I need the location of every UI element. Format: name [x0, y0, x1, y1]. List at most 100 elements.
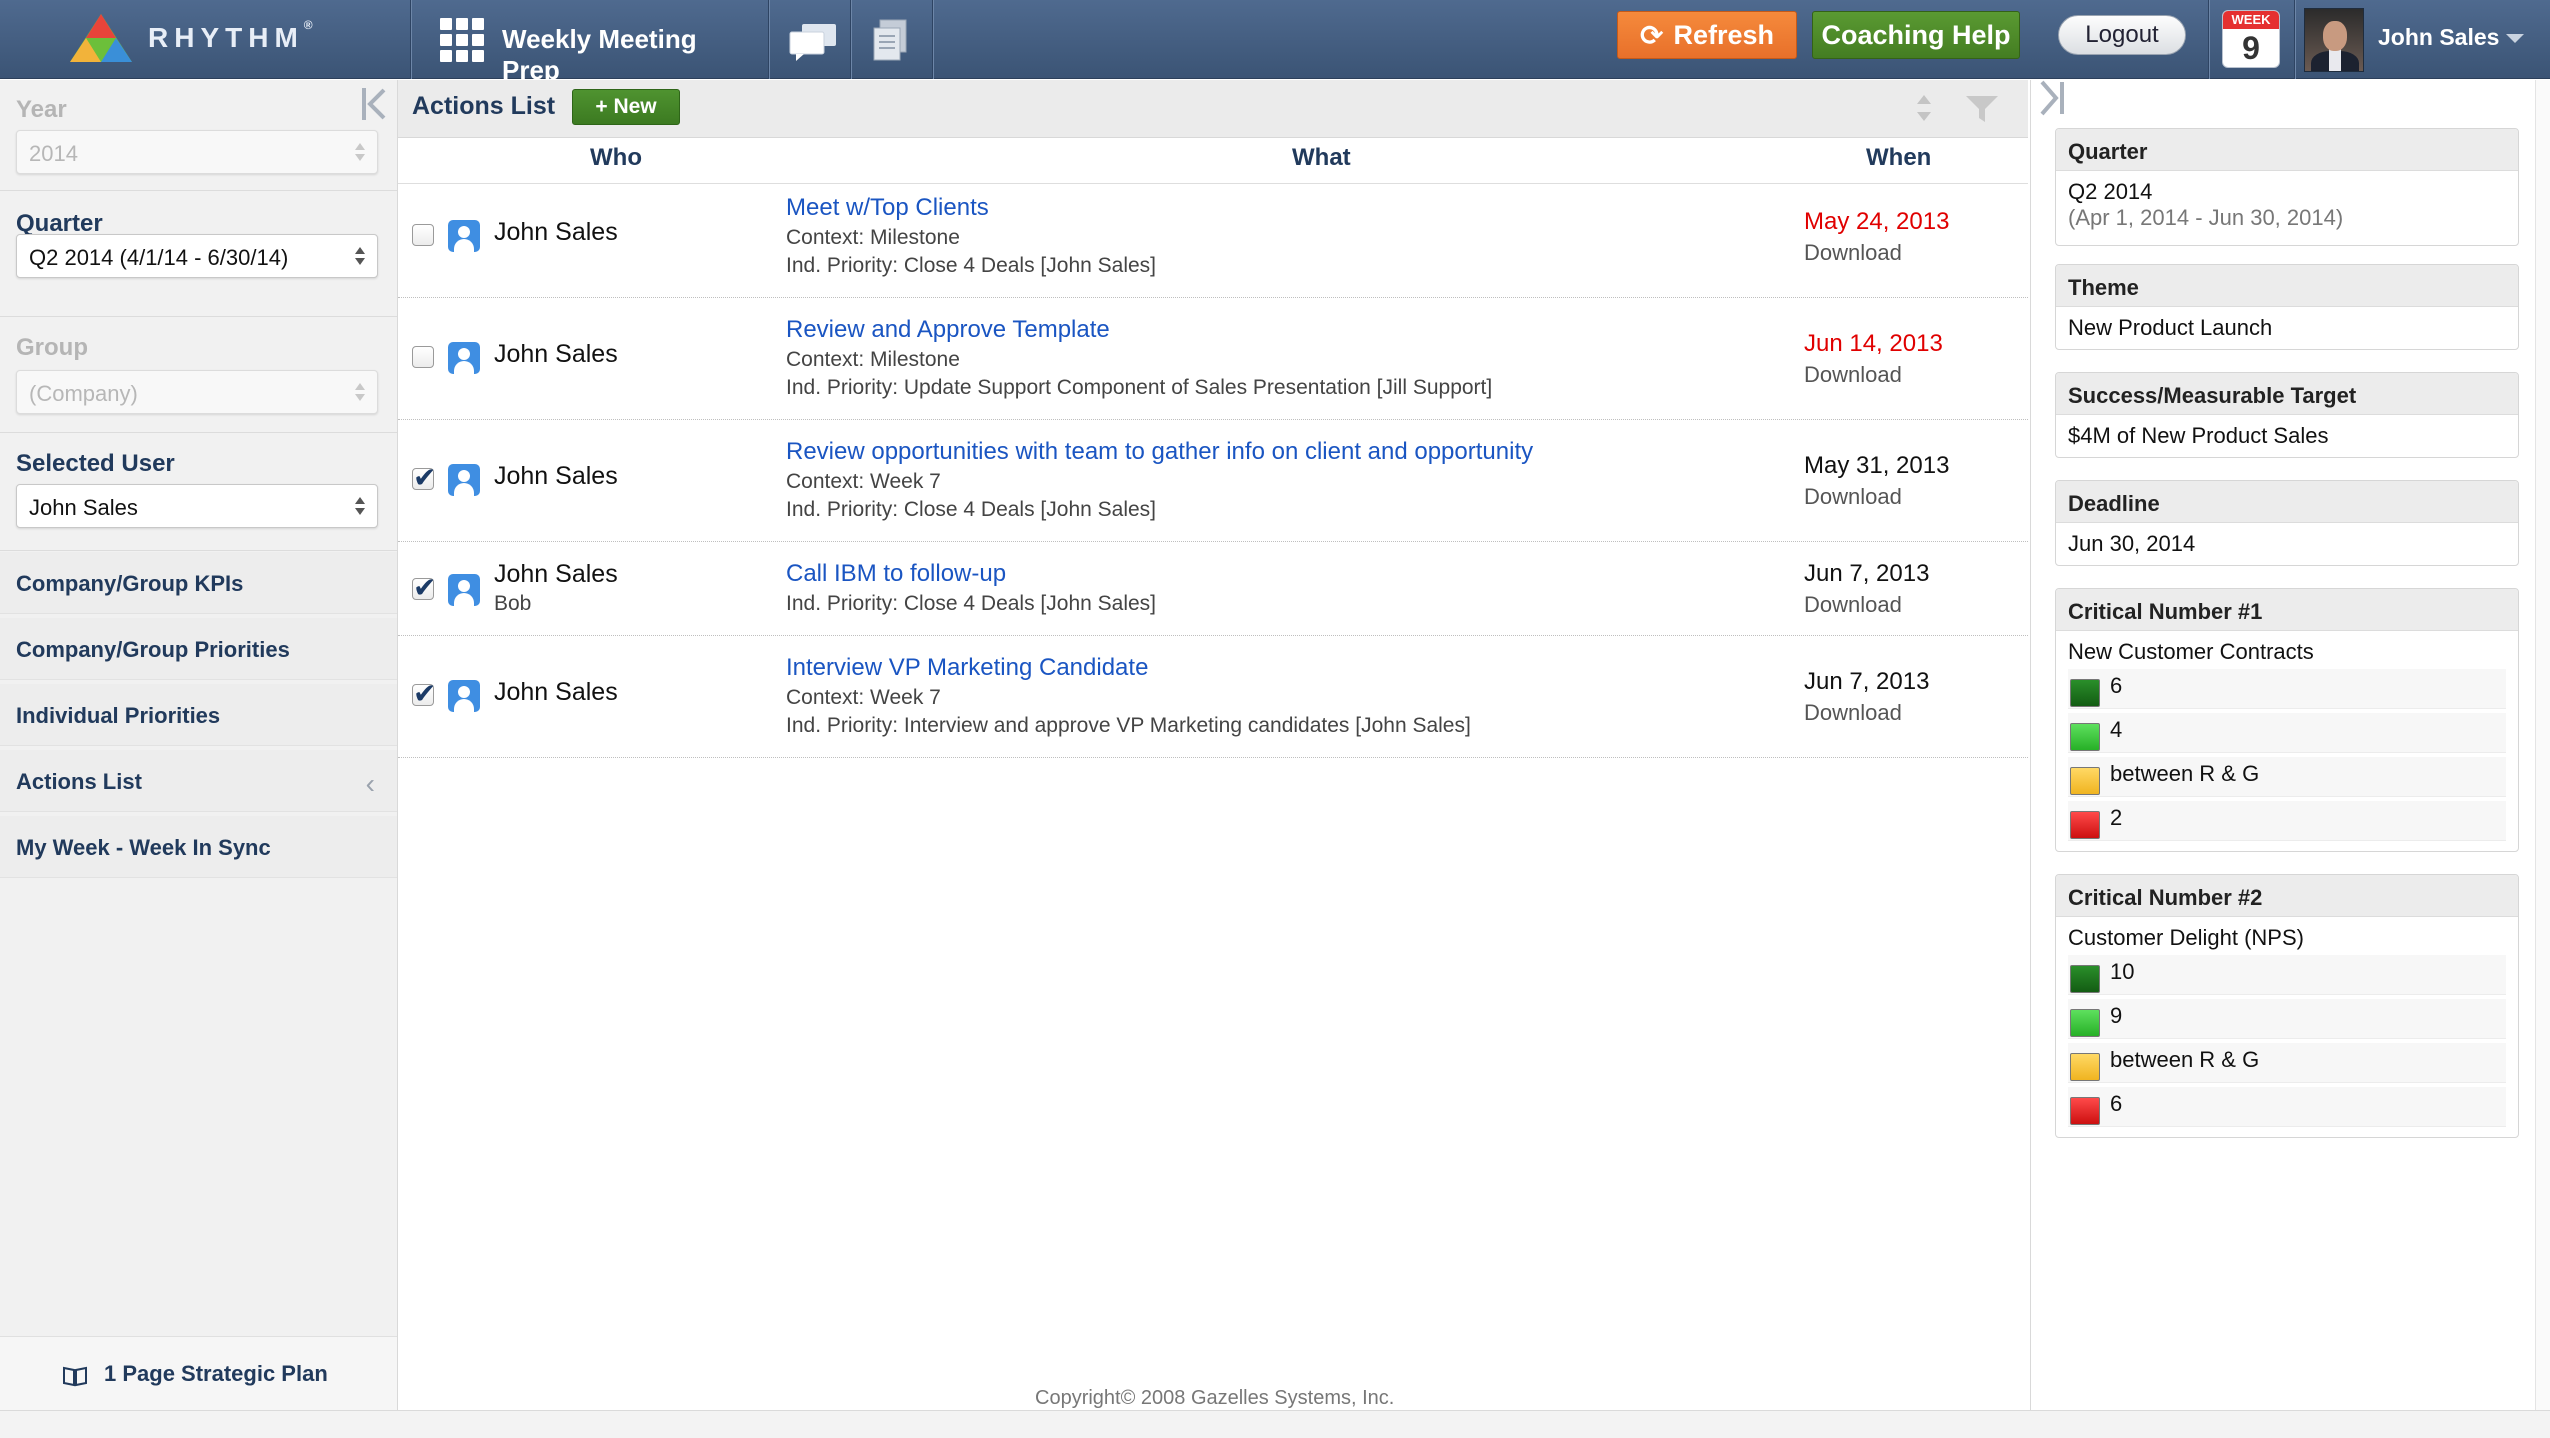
select-arrows-icon [355, 381, 365, 403]
critical-number-level: between R & G [2068, 1043, 2506, 1083]
critical-number-level: 6 [2068, 669, 2506, 709]
selected-user-value: John Sales [29, 495, 138, 520]
selected-user-select[interactable]: John Sales [16, 484, 378, 528]
column-header-when[interactable]: When [1866, 144, 1931, 172]
row-date: Jun 7, 2013 [1804, 668, 1930, 695]
divider [0, 316, 397, 317]
theme-card: Theme New Product Launch [2055, 264, 2519, 350]
table-row[interactable]: John Sales Review opportunities with tea… [398, 420, 2028, 542]
row-title-link[interactable]: Review opportunities with team to gather… [786, 438, 1533, 466]
row-who: John Sales [494, 560, 618, 588]
row-who: John Sales [494, 462, 618, 490]
column-header-what[interactable]: What [1292, 144, 1351, 172]
card-title: Quarter [2056, 129, 2518, 171]
level-text: 4 [2110, 717, 2123, 742]
red-swatch [2070, 811, 2100, 839]
deadline-value: Jun 30, 2014 [2068, 531, 2196, 556]
refresh-button[interactable]: ⟳ Refresh [1617, 11, 1797, 59]
row-download-link[interactable]: Download [1804, 362, 1902, 388]
super-green-swatch [2070, 965, 2100, 993]
row-title-link[interactable]: Meet w/Top Clients [786, 194, 989, 222]
user-icon [448, 574, 480, 606]
group-select[interactable]: (Company) [16, 370, 378, 414]
critical-number-level: 2 [2068, 801, 2506, 841]
apps-grid-icon [440, 18, 484, 62]
card-title: Critical Number #2 [2056, 875, 2518, 917]
user-icon [448, 342, 480, 374]
row-download-link[interactable]: Download [1804, 700, 1902, 726]
divider [410, 0, 411, 79]
row-download-link[interactable]: Download [1804, 484, 1902, 510]
table-row[interactable]: John Sales Bob Call IBM to follow-up Ind… [398, 542, 2028, 636]
nav-item-my-week[interactable]: My Week - Week In Sync [0, 816, 397, 878]
row-checkbox[interactable] [412, 461, 436, 494]
row-checkbox[interactable] [412, 224, 434, 246]
nav-item-company-kpis[interactable]: Company/Group KPIs [0, 552, 397, 614]
row-context: Context: Week 7 [786, 470, 941, 493]
row-title-link[interactable]: Interview VP Marketing Candidate [786, 654, 1148, 682]
week-number: 9 [2242, 30, 2260, 66]
refresh-icon: ⟳ [1639, 18, 1664, 52]
year-select[interactable]: 2014 [16, 130, 378, 174]
critical-number-level: 10 [2068, 955, 2506, 995]
nav-label: Actions List [16, 769, 142, 794]
coaching-help-button[interactable]: Coaching Help [1812, 11, 2020, 59]
collapse-right-icon[interactable] [2036, 78, 2066, 118]
strategic-plan-link[interactable]: 1 Page Strategic Plan [0, 1336, 397, 1410]
row-priority: Ind. Priority: Close 4 Deals [John Sales… [786, 254, 1157, 277]
row-title-link[interactable]: Call IBM to follow-up [786, 560, 1006, 588]
new-action-button[interactable]: + New [572, 89, 680, 125]
week-label: WEEK [2223, 11, 2279, 29]
user-menu-name[interactable]: John Sales [2378, 24, 2499, 51]
critical-number-level: 6 [2068, 1087, 2506, 1127]
filter-icon[interactable] [1964, 94, 2000, 124]
sidebar: Year 2014 Quarter Q2 2014 (4/1/14 - 6/30… [0, 80, 398, 1410]
table-row[interactable]: John Sales Interview VP Marketing Candid… [398, 636, 2028, 758]
critical-number-name: Customer Delight (NPS) [2068, 925, 2304, 950]
week-badge[interactable]: WEEK 9 [2222, 10, 2280, 68]
row-checkbox[interactable] [412, 677, 436, 710]
quarter-name: Q2 2014 [2068, 179, 2153, 204]
card-title: Critical Number #1 [2056, 589, 2518, 631]
app-logo[interactable]: RHYTHM® [0, 0, 410, 79]
row-download-link[interactable]: Download [1804, 592, 1902, 618]
avatar[interactable] [2304, 8, 2364, 72]
table-row[interactable]: John Sales Meet w/Top Clients Context: M… [398, 184, 2028, 298]
row-title-link[interactable]: Review and Approve Template [786, 316, 1110, 344]
critical-number-2-card: Critical Number #2 Customer Delight (NPS… [2055, 874, 2519, 1138]
nav-item-individual-priorities[interactable]: Individual Priorities [0, 684, 397, 746]
row-who: John Sales [494, 218, 618, 246]
yellow-swatch [2070, 1053, 2100, 1081]
row-checkbox[interactable] [412, 571, 436, 604]
row-download-link[interactable]: Download [1804, 240, 1902, 266]
table-row[interactable]: John Sales Review and Approve Template C… [398, 298, 2028, 420]
divider [0, 550, 397, 551]
nav-item-actions-list[interactable]: Actions List ‹ [0, 750, 397, 812]
chevron-down-icon[interactable] [2506, 34, 2524, 43]
actions-list-header: Actions List + New [398, 80, 2028, 138]
nav-label: My Week - Week In Sync [16, 835, 271, 860]
column-header-who[interactable]: Who [590, 144, 642, 172]
documents-icon[interactable] [870, 18, 910, 64]
quarter-card: Quarter Q2 2014 (Apr 1, 2014 - Jun 30, 2… [2055, 128, 2519, 246]
green-swatch [2070, 1009, 2100, 1037]
quarter-range: (Apr 1, 2014 - Jun 30, 2014) [2068, 205, 2344, 230]
row-checkbox[interactable] [412, 346, 434, 368]
horizontal-scrollbar[interactable] [0, 1410, 2550, 1438]
top-bar: RHYTHM® Weekly Meeting Prep ⟳ Refresh Co… [0, 0, 2550, 85]
module-menu-button[interactable]: Weekly Meeting Prep [418, 0, 748, 85]
nav-item-company-priorities[interactable]: Company/Group Priorities [0, 618, 397, 680]
vertical-scrollbar[interactable] [2535, 80, 2550, 1410]
logo-text: RHYTHM® [148, 18, 313, 53]
divider [932, 0, 933, 79]
quarter-select[interactable]: Q2 2014 (4/1/14 - 6/30/14) [16, 234, 378, 278]
level-text: 9 [2110, 1003, 2123, 1028]
collapse-left-icon[interactable] [360, 86, 390, 122]
chat-icon[interactable] [788, 22, 838, 62]
deadline-card: Deadline Jun 30, 2014 [2055, 480, 2519, 566]
logout-button[interactable]: Logout [2058, 15, 2186, 55]
selected-user-label: Selected User [16, 450, 175, 477]
row-context: Context: Milestone [786, 226, 960, 249]
target-card: Success/Measurable Target $4M of New Pro… [2055, 372, 2519, 458]
sort-icon[interactable] [1914, 92, 1934, 124]
